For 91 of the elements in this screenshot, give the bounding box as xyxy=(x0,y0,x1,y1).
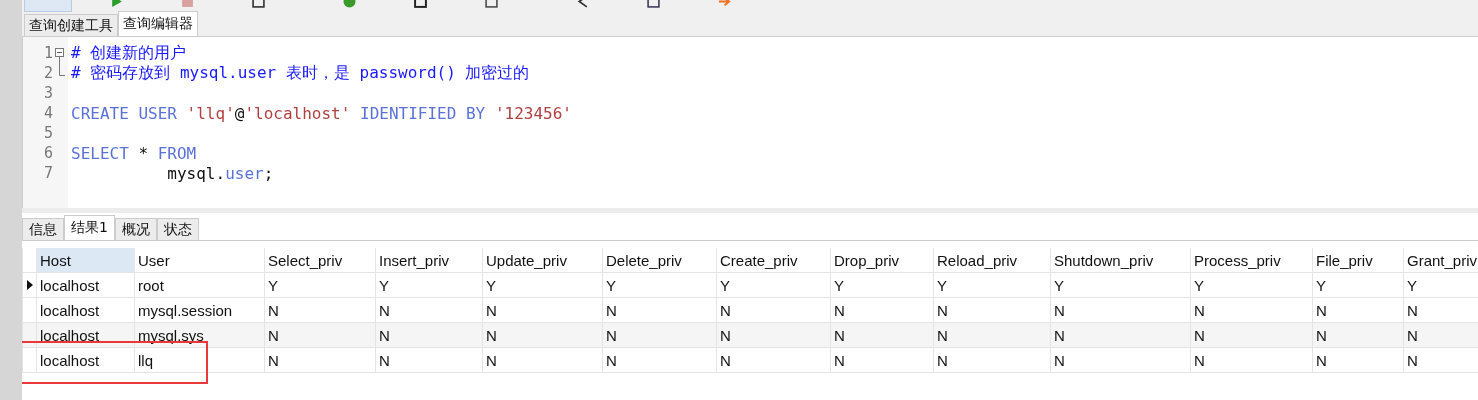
result-tab[interactable]: 信息 xyxy=(22,218,64,240)
row-indicator-cell[interactable] xyxy=(22,273,37,297)
table-cell: N xyxy=(717,348,831,372)
table-cell: N xyxy=(1051,323,1191,347)
table-cell: mysql.session xyxy=(135,298,265,322)
table-cell: N xyxy=(603,298,717,322)
code-line: mysql.user; xyxy=(166,163,274,183)
current-row-icon xyxy=(26,280,33,290)
column-header[interactable]: Insert_priv xyxy=(376,248,483,272)
table-cell: N xyxy=(934,348,1051,372)
table-cell: N xyxy=(831,348,934,372)
row-indicator-cell[interactable] xyxy=(22,298,37,322)
line-number: 1 xyxy=(42,44,53,62)
table-row[interactable]: localhost root Y Y Y Y Y Y Y Y Y Y Y xyxy=(22,273,1478,298)
column-header[interactable]: Delete_priv xyxy=(603,248,717,272)
table-cell: N xyxy=(376,298,483,322)
table-cell: N xyxy=(483,298,603,322)
table-cell: localhost xyxy=(37,348,135,372)
line-number: 2 xyxy=(42,64,53,82)
column-header[interactable]: User xyxy=(135,248,265,272)
table-cell: N xyxy=(1313,323,1404,347)
row-indicator-cell[interactable] xyxy=(22,323,37,347)
column-header[interactable]: File_priv xyxy=(1313,248,1404,272)
table-cell: Y xyxy=(483,273,603,297)
table-cell: N xyxy=(483,323,603,347)
result-tab[interactable]: 状态 xyxy=(156,218,199,240)
table-cell: N xyxy=(1191,348,1313,372)
table-cell: root xyxy=(135,273,265,297)
table-cell: N xyxy=(717,323,831,347)
table-cell: N xyxy=(1313,298,1404,322)
table-cell: llq xyxy=(135,348,265,372)
code-line: # 创建新的用户 xyxy=(71,42,187,64)
table-cell: N xyxy=(603,323,717,347)
code-line: SELECT * FROM xyxy=(71,143,197,163)
table-cell: localhost xyxy=(37,323,135,347)
line-number: 6 xyxy=(42,144,53,162)
column-header[interactable]: Create_priv xyxy=(717,248,831,272)
table-cell: N xyxy=(717,298,831,322)
table-cell: N xyxy=(831,323,934,347)
table-cell: N xyxy=(831,298,934,322)
table-cell: N xyxy=(1051,298,1191,322)
column-header[interactable]: Grant_priv xyxy=(1404,248,1478,272)
result-tab[interactable]: 概况 xyxy=(114,218,157,240)
table-cell: localhost xyxy=(37,298,135,322)
table-cell: Y xyxy=(1404,273,1478,297)
line-number: 4 xyxy=(42,104,53,122)
table-cell: N xyxy=(1191,298,1313,322)
table-cell: N xyxy=(1051,348,1191,372)
table-cell: N xyxy=(483,348,603,372)
table-cell: N xyxy=(934,323,1051,347)
table-cell: Y xyxy=(603,273,717,297)
code-line: CREATE USER 'llq'@'localhost' IDENTIFIED BY '123456' xyxy=(71,103,572,123)
table-cell: N xyxy=(934,298,1051,322)
table-cell: Y xyxy=(376,273,483,297)
table-row[interactable]: localhost mysql.sys N N N N N N N N N N N xyxy=(22,323,1478,348)
table-row[interactable]: localhost llq N N N N N N N N N N N xyxy=(22,348,1478,373)
column-header[interactable]: Process_priv xyxy=(1191,248,1313,272)
row-indicator-cell[interactable] xyxy=(22,348,37,372)
table-cell: N xyxy=(1313,348,1404,372)
column-header[interactable]: Reload_priv xyxy=(934,248,1051,272)
column-header[interactable]: Update_priv xyxy=(483,248,603,272)
table-cell: Y xyxy=(265,273,376,297)
line-number: 3 xyxy=(42,84,53,102)
table-cell: N xyxy=(265,298,376,322)
table-cell: N xyxy=(265,323,376,347)
table-cell: N xyxy=(376,323,483,347)
line-number: 5 xyxy=(42,124,53,142)
table-cell: N xyxy=(1404,323,1478,347)
column-header[interactable]: Shutdown_priv xyxy=(1051,248,1191,272)
table-cell: Y xyxy=(1051,273,1191,297)
table-cell: Y xyxy=(1313,273,1404,297)
table-cell: N xyxy=(1191,323,1313,347)
editor-tab[interactable]: 查询编辑器 xyxy=(118,11,198,36)
table-cell: N xyxy=(1404,348,1478,372)
column-header[interactable]: Drop_priv xyxy=(831,248,934,272)
code-line: # 密码存放到 mysql.user 表时，是 password() 加密过的 xyxy=(71,62,530,84)
column-header[interactable]: Host xyxy=(37,248,135,272)
table-cell: Y xyxy=(831,273,934,297)
table-cell: N xyxy=(603,348,717,372)
table-cell: N xyxy=(376,348,483,372)
table-cell: Y xyxy=(1191,273,1313,297)
table-cell: localhost xyxy=(37,273,135,297)
column-header[interactable]: Select_priv xyxy=(265,248,376,272)
result-tab[interactable]: 结果1 xyxy=(64,215,115,240)
table-cell: Y xyxy=(934,273,1051,297)
table-cell: Y xyxy=(717,273,831,297)
table-cell: N xyxy=(1404,298,1478,322)
line-number: 7 xyxy=(42,164,53,182)
table-cell: mysql.sys xyxy=(135,323,265,347)
table-cell: N xyxy=(265,348,376,372)
editor-tab[interactable]: 查询创建工具 xyxy=(24,14,118,36)
